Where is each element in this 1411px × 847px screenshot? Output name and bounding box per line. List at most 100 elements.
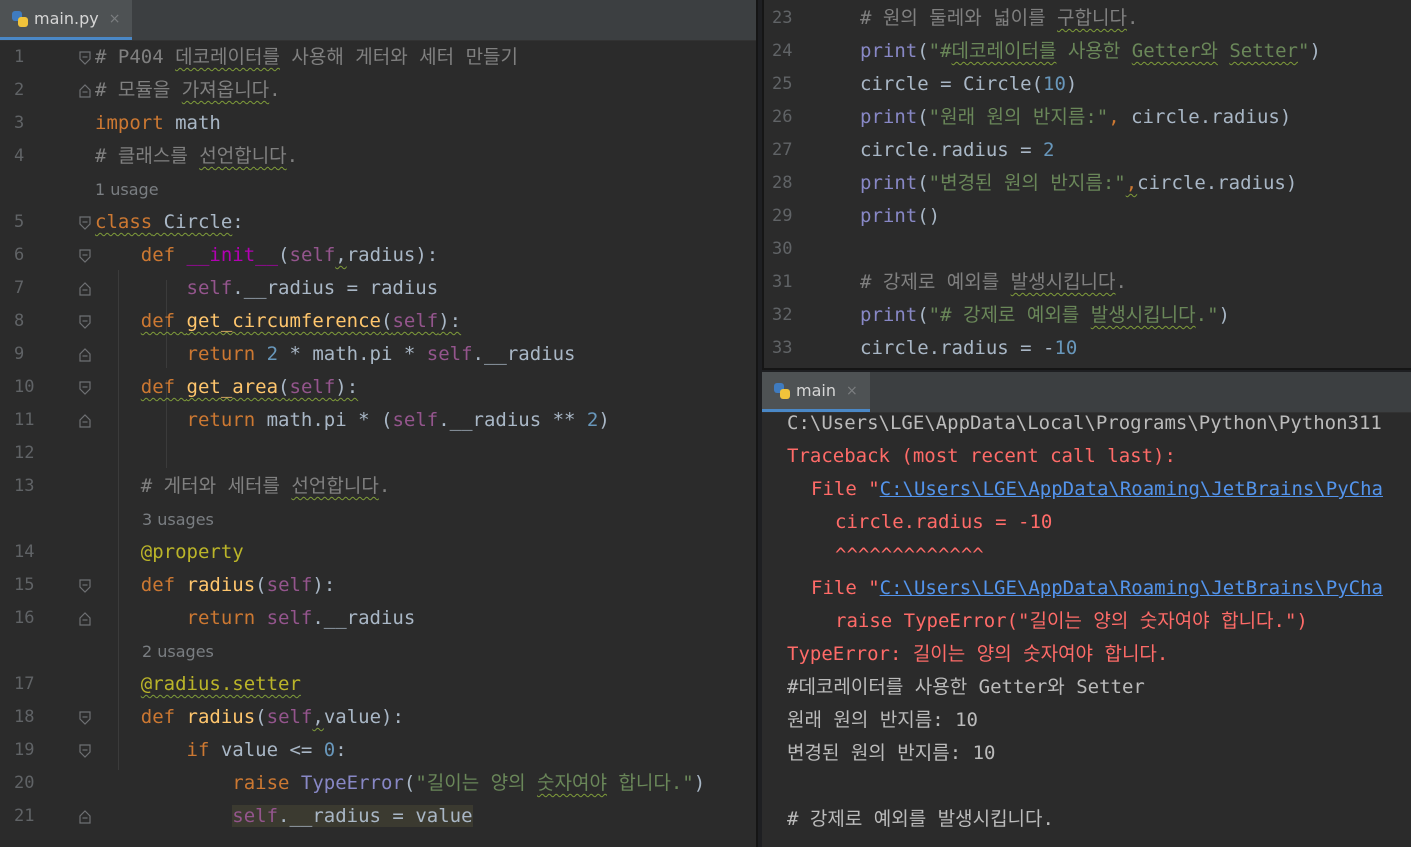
- fold-end-icon[interactable]: [78, 348, 92, 362]
- code-token: 발생시킵니다: [1010, 271, 1116, 293]
- run-console-output[interactable]: C:\Users\LGE\AppData\Local\Programs\Pyth…: [762, 412, 1411, 847]
- code-line[interactable]: 20 raise TypeError("길이는 양의 숫자여야 합니다."): [0, 767, 756, 800]
- fold-open-icon[interactable]: [78, 381, 92, 395]
- code-editor-continued[interactable]: 23 # 원의 둘레와 넓이를 구합니다. 24 print("#데코레이터를 사용한…: [764, 0, 1411, 368]
- fold-end-icon[interactable]: [78, 810, 92, 824]
- code-line[interactable]: 29 print(): [764, 200, 1411, 233]
- fold-open-icon[interactable]: [78, 579, 92, 593]
- code-line[interactable]: 19 if value <= 0:: [0, 734, 756, 767]
- code-line[interactable]: 12: [0, 437, 756, 470]
- fold-open-icon[interactable]: [78, 216, 92, 230]
- code-line[interactable]: 28 print("변경된 원의 반지름:",circle.radius): [764, 167, 1411, 200]
- code-line[interactable]: 14 @property: [0, 536, 756, 569]
- console-line: TypeError: 길이는 양의 숫자여야 합니다.: [787, 638, 1168, 671]
- fold-end-icon[interactable]: [78, 612, 92, 626]
- fold-end-icon[interactable]: [78, 84, 92, 98]
- code-token: "#: [928, 40, 952, 62]
- code-token: return: [186, 607, 267, 629]
- file-path-link[interactable]: C:\Users\LGE\AppData\Roaming\JetBrains\P…: [880, 478, 1383, 500]
- code-token: ,: [1125, 172, 1138, 194]
- usage-hint[interactable]: 1 usage: [95, 173, 159, 206]
- fold-open-icon[interactable]: [78, 249, 92, 263]
- code-editor[interactable]: 1 # P404 데코레이터를 사용해 게터와 세터 만들기 2 # 모듈을 가져옵니…: [0, 40, 756, 847]
- code-line[interactable]: 6 def __init__(self,radius):: [0, 239, 756, 272]
- fold-open-icon[interactable]: [78, 711, 92, 725]
- code-line[interactable]: 4 # 클래스를 선언합니다.: [0, 140, 756, 173]
- fold-open-icon[interactable]: [78, 51, 92, 65]
- line-number: 10: [14, 377, 35, 397]
- line-number: 8: [14, 311, 25, 331]
- close-icon[interactable]: ×: [846, 383, 858, 399]
- code-line[interactable]: 30: [764, 233, 1411, 266]
- code-token: print: [860, 304, 918, 326]
- code-line[interactable]: 11 return math.pi * (self.__radius ** 2): [0, 404, 756, 437]
- console-line: File "C:\Users\LGE\AppData\Roaming\JetBr…: [811, 473, 1383, 506]
- code-token: TypeError: 길이는 양의 숫자여야 합니다.: [787, 643, 1169, 665]
- code-text: circle.radius = 2: [860, 134, 1054, 167]
- console-line: # 강제로 예외를 발생시킵니다.: [787, 803, 1054, 836]
- editor-tab-bar: main.py ×: [0, 0, 756, 41]
- code-token: 2: [1043, 139, 1055, 161]
- code-line[interactable]: 13 # 게터와 세터를 선언합니다.: [0, 470, 756, 503]
- code-token: .__radius: [312, 607, 416, 629]
- code-line[interactable]: 8 def get_circumference(self):: [0, 305, 756, 338]
- code-token: 선언합니다: [291, 475, 379, 497]
- code-line[interactable]: 21 self.__radius = value: [0, 800, 756, 833]
- code-text: return 2 * math.pi * self.__radius: [95, 338, 576, 371]
- code-text: print("원래 원의 반지름:", circle.radius): [860, 101, 1291, 134]
- code-token: self: [266, 706, 313, 728]
- close-icon[interactable]: ×: [109, 11, 121, 27]
- code-token: (: [278, 244, 290, 266]
- code-line[interactable]: 2 # 모듈을 가져옵니다.: [0, 74, 756, 107]
- code-text: return self.__radius: [95, 602, 416, 635]
- fold-end-icon[interactable]: [78, 282, 92, 296]
- code-token: print: [860, 172, 918, 194]
- code-line[interactable]: 26 print("원래 원의 반지름:", circle.radius): [764, 101, 1411, 134]
- editor-pane-main-py[interactable]: main.py × 1 # P404 데코레이터를 사용해 게터와 세터 만들기 2…: [0, 0, 758, 847]
- code-text: def radius(self,value):: [95, 701, 404, 734]
- code-token: math.pi * (: [255, 409, 393, 431]
- fold-open-icon[interactable]: [78, 744, 92, 758]
- code-line[interactable]: 1 # P404 데코레이터를 사용해 게터와 세터 만들기: [0, 41, 756, 74]
- run-tool-window[interactable]: main × C:\Users\LGE\AppData\Local\Progra…: [762, 372, 1411, 847]
- code-line[interactable]: 5 class Circle:: [0, 206, 756, 239]
- code-token: :: [335, 739, 347, 761]
- code-token: (: [381, 310, 393, 332]
- code-line[interactable]: 15 def radius(self):: [0, 569, 756, 602]
- code-token: return: [186, 409, 256, 431]
- usage-hint[interactable]: 2 usages: [142, 635, 214, 668]
- line-number: 3: [14, 113, 25, 133]
- file-path-link[interactable]: C:\Users\LGE\AppData\Roaming\JetBrains\P…: [880, 577, 1383, 599]
- fold-end-icon[interactable]: [78, 414, 92, 428]
- code-line[interactable]: 16 return self.__radius: [0, 602, 756, 635]
- code-token: 선언합니다: [199, 145, 287, 167]
- editor-pane-continued[interactable]: 23 # 원의 둘레와 넓이를 구합니다. 24 print("#데코레이터를 사용한…: [762, 0, 1411, 370]
- code-line[interactable]: 7 self.__radius = radius: [0, 272, 756, 305]
- tab-run-main[interactable]: main ×: [762, 372, 870, 412]
- code-line[interactable]: 25 circle = Circle(10): [764, 68, 1411, 101]
- code-line[interactable]: 10 def get_area(self):: [0, 371, 756, 404]
- code-line[interactable]: 18 def radius(self,value):: [0, 701, 756, 734]
- line-number: 29: [772, 206, 793, 226]
- usage-hint[interactable]: 3 usages: [142, 503, 214, 536]
- code-line[interactable]: 27 circle.radius = 2: [764, 134, 1411, 167]
- code-token: 0: [323, 739, 336, 761]
- fold-open-icon[interactable]: [78, 315, 92, 329]
- code-line[interactable]: 32 print("# 강제로 예외를 발생시킵니다."): [764, 299, 1411, 332]
- code-line[interactable]: 17 @radius.setter: [0, 668, 756, 701]
- code-line[interactable]: 24 print("#데코레이터를 사용한 Getter와 Setter"): [764, 35, 1411, 68]
- tab-main-py[interactable]: main.py ×: [0, 0, 133, 40]
- code-line[interactable]: 23 # 원의 둘레와 넓이를 구합니다.: [764, 2, 1411, 35]
- code-token: self: [266, 607, 313, 629]
- code-line[interactable]: 9 return 2 * math.pi * self.__radius: [0, 338, 756, 371]
- run-tab-title: main: [796, 381, 836, 400]
- code-line[interactable]: 3 import math: [0, 107, 756, 140]
- code-line[interactable]: 33 circle.radius = -10: [764, 332, 1411, 365]
- code-token: ): [693, 772, 706, 794]
- code-token: 원래 원의 반지름: 10: [787, 709, 978, 731]
- code-line[interactable]: 31 # 강제로 예외를 발생시킵니다.: [764, 266, 1411, 299]
